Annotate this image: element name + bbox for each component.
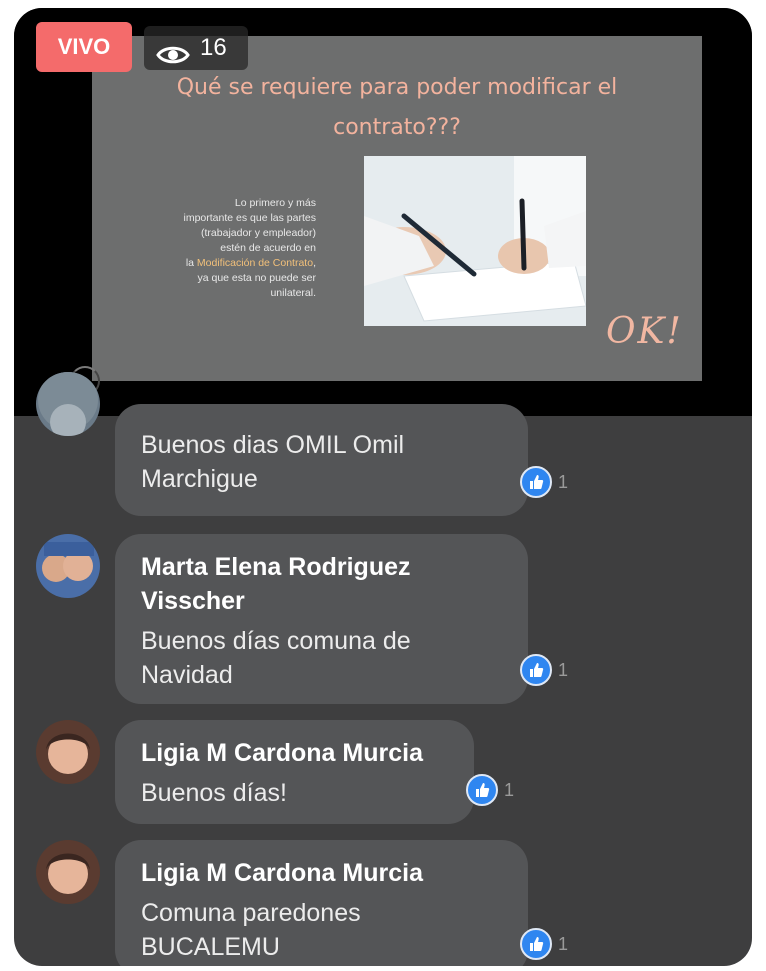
- avatar[interactable]: [36, 372, 100, 436]
- comment-bubble[interactable]: Ligia M Cardona Murcia Comuna paredones …: [115, 840, 528, 966]
- comment-bubble[interactable]: Ligia M Cardona Murcia Buenos días!: [115, 720, 474, 824]
- slide-body-text: Lo primero y más importante es que las p…: [110, 196, 317, 301]
- comment-list[interactable]: Buenos dias OMIL Omil Marchigue 1 Marta …: [14, 372, 752, 966]
- live-video-player[interactable]: Qué se requiere para poder modificar el …: [14, 8, 752, 416]
- live-stream-screen: Qué se requiere para poder modificar el …: [14, 8, 752, 966]
- viewer-count-badge: 16: [144, 26, 248, 70]
- slide-body-line: Lo primero y más: [234, 197, 316, 209]
- comment-text: Comuna paredones: [141, 899, 361, 927]
- like-count: 1: [558, 934, 569, 954]
- viewer-count: 16: [200, 34, 227, 61]
- ok-stamp: OK!: [606, 311, 683, 352]
- slide-title-line-1: Qué se requiere para poder modificar el: [176, 75, 618, 100]
- slide-title-line-2: contrato???: [333, 115, 461, 140]
- comment-author[interactable]: Ligia M Cardona Murcia: [141, 856, 423, 890]
- like-reaction[interactable]: 1: [520, 466, 580, 498]
- comment-text: Marchigue: [141, 465, 258, 493]
- comment-author[interactable]: Visscher: [141, 584, 245, 618]
- slide-body-line: ya que esta no puede ser: [197, 272, 316, 284]
- comment-bubble[interactable]: Marta Elena Rodriguez Visscher Buenos dí…: [115, 534, 528, 704]
- comment-text: Buenos días!: [141, 779, 287, 807]
- comment-text: BUCALEMU: [141, 933, 280, 961]
- avatar[interactable]: [36, 840, 100, 904]
- slide-body-line: unilateral.: [270, 287, 316, 299]
- thumbs-up-icon: [520, 654, 552, 686]
- comment-text: Buenos días comuna de: [141, 627, 411, 655]
- slide-body-line: importante es que las partes: [183, 212, 317, 224]
- like-reaction[interactable]: 1: [520, 654, 580, 686]
- like-reaction[interactable]: 1: [520, 928, 580, 960]
- avatar[interactable]: [36, 534, 100, 598]
- avatar[interactable]: [36, 720, 100, 784]
- like-count: 1: [504, 780, 515, 800]
- thumbs-up-icon: [520, 466, 552, 498]
- slide-body-line: (trabajador y empleador): [201, 227, 316, 239]
- slide-body-line: la Modificación de Contrato,: [185, 257, 316, 269]
- comment-text: Navidad: [141, 661, 233, 689]
- thumbs-up-icon: [520, 928, 552, 960]
- like-count: 1: [558, 472, 569, 492]
- comment-author[interactable]: Marta Elena Rodriguez: [141, 550, 411, 584]
- slide-body-line: estén de acuerdo en: [220, 242, 316, 254]
- comment-text: Buenos dias OMIL Omil: [141, 431, 405, 459]
- thumbs-up-icon: [466, 774, 498, 806]
- contract-signing-photo: [364, 156, 586, 326]
- slide-highlight: Modificación de Contrato: [196, 257, 314, 269]
- comment-author[interactable]: Ligia M Cardona Murcia: [141, 736, 423, 770]
- like-reaction[interactable]: 1: [466, 774, 526, 806]
- eye-icon: [156, 37, 190, 81]
- live-badge: VIVO: [36, 22, 132, 72]
- presentation-slide: Qué se requiere para poder modificar el …: [92, 36, 702, 381]
- like-count: 1: [558, 660, 569, 680]
- comment-bubble[interactable]: Buenos dias OMIL Omil Marchigue: [115, 404, 528, 516]
